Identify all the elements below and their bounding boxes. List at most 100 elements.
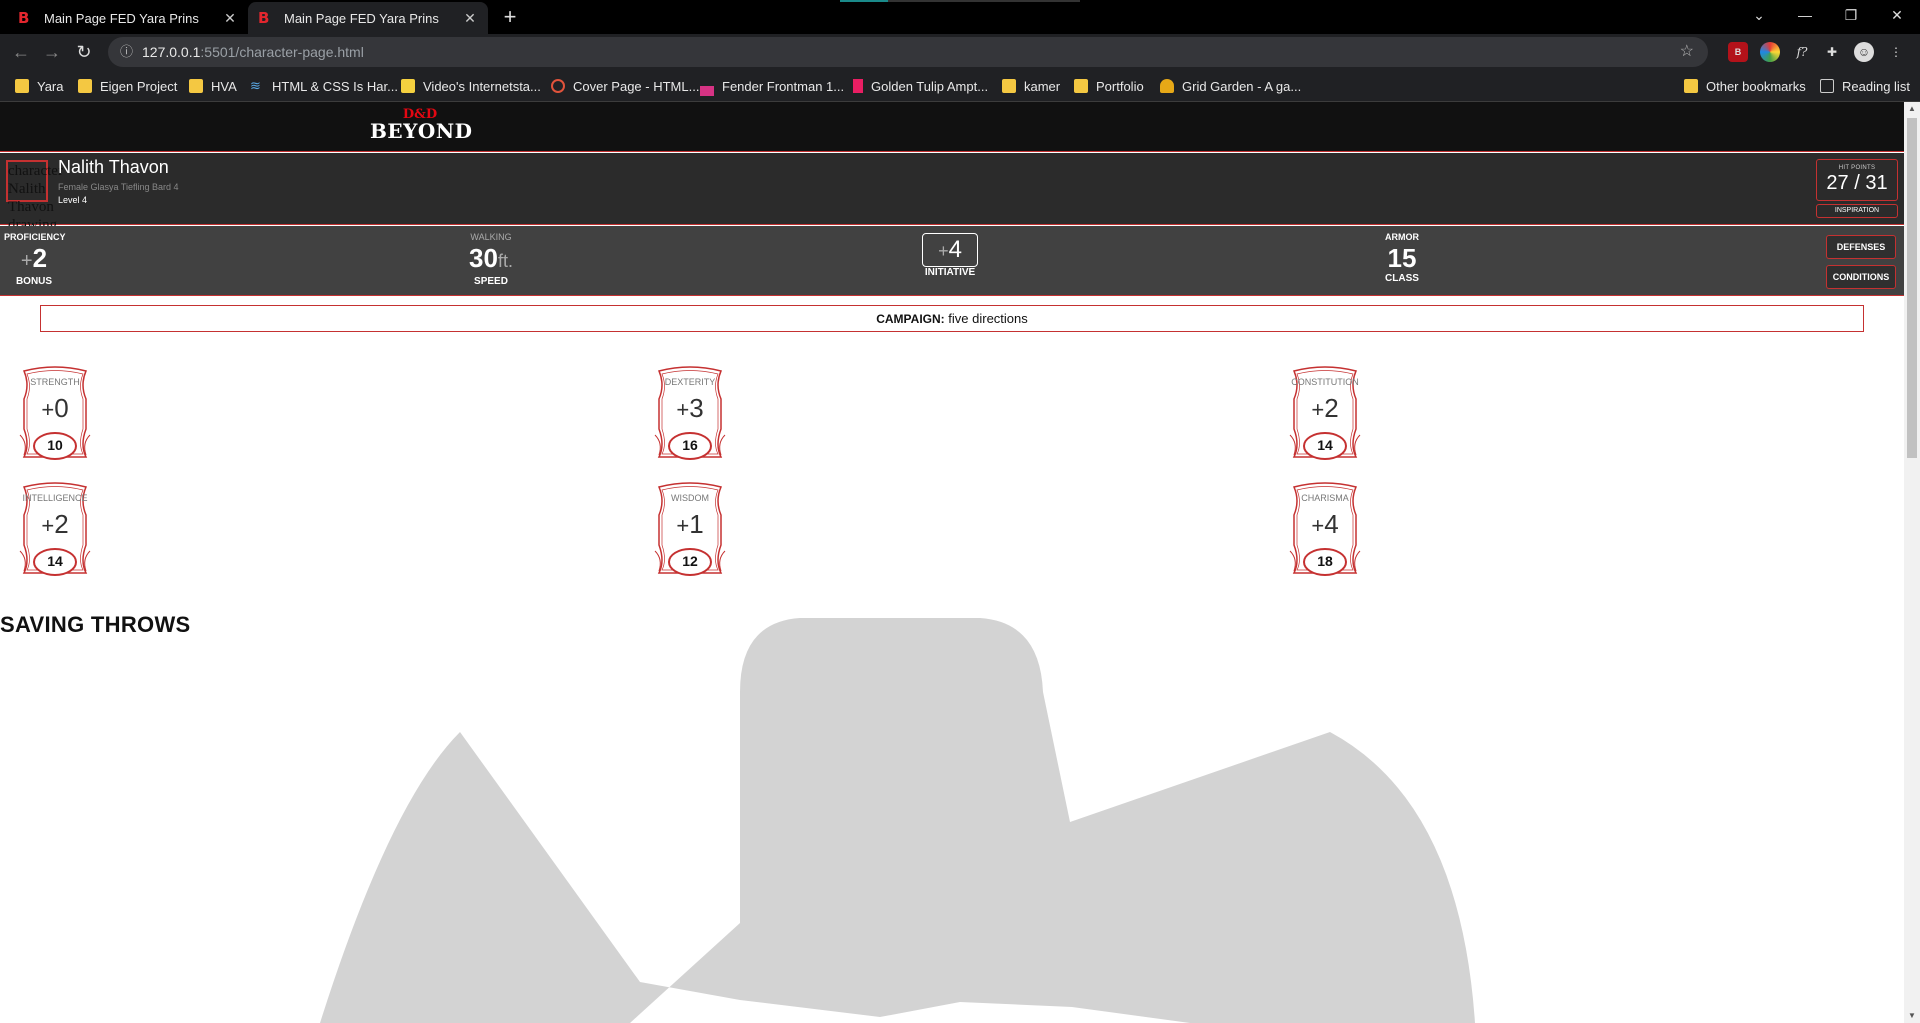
reading-list[interactable]: Reading list [1820,70,1910,102]
conditions-button[interactable]: CONDITIONS [1826,265,1896,289]
bookmark-item[interactable]: HVA [189,70,237,102]
initiative-box[interactable]: +4 [922,233,978,267]
scroll-down-icon[interactable]: ▼ [1904,1009,1920,1023]
forward-arrow-icon[interactable]: → [40,40,64,64]
reload-icon[interactable]: ↻ [72,40,96,64]
character-level: Level 4 [58,195,88,205]
site-info-icon[interactable]: ⓘ [120,37,133,67]
menu-dots-icon[interactable]: ⋮ [1886,42,1906,62]
initiative-sign: + [938,241,949,261]
ability-card-constitution[interactable]: CONSTITUTION +2 14 [1286,365,1364,461]
scroll-up-icon[interactable]: ▲ [1904,102,1920,116]
ability-name: CONSTITUTION [1291,377,1359,387]
ability-score: 14 [1317,437,1333,453]
browser-tab-active[interactable]: B Main Page FED Yara Prins ✕ [248,2,488,34]
close-tab-icon[interactable]: ✕ [222,10,238,27]
speed-label: WALKING [470,232,512,242]
bookmark-item[interactable]: ≋ HTML & CSS Is Har... [250,70,398,102]
tab-search-chevron-icon[interactable]: ⌄ [1736,0,1782,30]
tab-strip-indicator [840,0,1080,2]
close-tab-icon[interactable]: ✕ [462,10,478,27]
ability-modifier: 3 [689,393,704,423]
bookmark-item[interactable]: Yara [15,70,64,102]
extensions-puzzle-icon[interactable]: ✚ [1822,42,1842,62]
ability-score: 12 [682,553,698,569]
bookmark-item[interactable]: Grid Garden - A ga... [1160,70,1301,102]
ability-score: 10 [47,437,63,453]
bookmark-item[interactable]: Fender Frontman 1... [700,70,844,102]
browser-tab-bar: B Main Page FED Yara Prins ✕ B Main Page… [0,0,1920,34]
url-host: 127.0.0.1 [142,44,201,60]
speed-value: 30 [469,243,498,273]
ability-mod-sign: + [1311,397,1325,422]
bookmark-item[interactable]: Eigen Project [78,70,177,102]
armor-value: 15 [1387,243,1417,273]
folder-icon [189,79,203,93]
initiative-value: 4 [948,236,962,263]
wifi-icon: ≋ [250,78,261,93]
tab-title: Main Page FED Yara Prins [44,10,199,26]
address-bar[interactable]: ⓘ 127.0.0.1:5501/character-page.html ☆ [108,37,1708,67]
ability-card-dexterity[interactable]: DEXTERITY +3 16 [651,365,729,461]
ability-name: CHARISMA [1301,493,1349,503]
folder-icon [1002,79,1016,93]
page-scrollbar[interactable]: ▲ ▼ [1904,102,1920,1023]
bookmark-item[interactable]: kamer [1002,70,1060,102]
bars-icon [700,86,714,96]
ability-card-wisdom[interactable]: WISDOM +1 12 [651,481,729,577]
bookmark-item[interactable]: Cover Page - HTML... [551,70,699,102]
ability-modifier: 0 [54,393,69,423]
restore-icon[interactable]: ❐ [1828,0,1874,30]
browser-tab[interactable]: B Main Page FED Yara Prins ✕ [8,2,248,34]
ability-modifier: 1 [689,509,704,539]
page-viewport: D&D BEYOND character Nalith Thavon drawi… [0,102,1904,1023]
close-window-icon[interactable]: ✕ [1874,0,1920,30]
ability-card-strength[interactable]: STRENGTH +0 10 [16,365,94,461]
hit-points-value: 27 / 31 [1826,172,1888,194]
color-picker-extension-icon[interactable] [1760,42,1780,62]
ability-name: DEXTERITY [664,377,716,387]
dnd-extension-icon[interactable]: B [1728,42,1748,62]
bookmark-item[interactable]: Video's Internetsta... [401,70,541,102]
ability-card-charisma[interactable]: CHARISMA +4 18 [1286,481,1364,577]
ability-score: 14 [47,553,63,569]
character-header: character Nalith Thavon drawing Nalith T… [0,153,1904,233]
fonts-extension-icon[interactable]: f? [1792,42,1812,62]
bookmark-item[interactable]: Golden Tulip Ampt... [853,70,988,102]
other-bookmarks[interactable]: Other bookmarks [1684,70,1806,102]
minimize-icon[interactable]: — [1782,0,1828,30]
proficiency-label: PROFICIENCY [4,232,66,242]
dnd-beyond-logo[interactable]: D&D BEYOND [370,108,472,141]
character-avatar: character Nalith Thavon drawing [6,160,63,233]
proficiency-bottom-label: BONUS [15,276,53,287]
ability-name: WISDOM [671,493,709,503]
campaign-name[interactable]: five directions [948,311,1027,326]
defenses-button[interactable]: DEFENSES [1826,235,1896,259]
back-arrow-icon[interactable]: ← [9,40,33,64]
ability-card-intelligence[interactable]: INTELLIGENCE +2 14 [16,481,94,577]
inspiration-button[interactable]: INSPIRATION [1816,204,1898,218]
carrot-icon [1160,79,1174,93]
ability-mod-sign: + [676,513,690,538]
url-path: :5501/character-page.html [200,44,364,60]
profile-avatar-icon[interactable]: ☺ [1854,42,1874,62]
speed-unit: ft. [497,251,513,271]
bookmark-star-icon[interactable]: ☆ [1680,37,1694,67]
proficiency-value: 2 [32,243,48,273]
ability-name: STRENGTH [30,377,80,387]
initiative-stat[interactable]: +4 INITIATIVE [910,226,990,279]
tab-title: Main Page FED Yara Prins [284,10,439,26]
new-tab-plus-icon[interactable]: + [496,4,524,32]
bookmark-item[interactable]: Portfolio [1074,70,1144,102]
ability-score: 16 [682,437,698,453]
campaign-label: CAMPAIGN: [876,312,945,326]
proficiency-sign: + [20,250,33,272]
ability-modifier: 2 [54,509,69,539]
video-icon [401,79,415,93]
ability-mod-sign: + [41,513,55,538]
ability-score: 18 [1317,553,1333,569]
ability-modifier: 4 [1324,509,1339,539]
armor-class-stat: ARMOR 15 CLASS [1362,232,1442,285]
hit-points-box[interactable]: HIT POINTS 27 / 31 [1816,159,1898,201]
scrollbar-thumb[interactable] [1907,118,1917,458]
